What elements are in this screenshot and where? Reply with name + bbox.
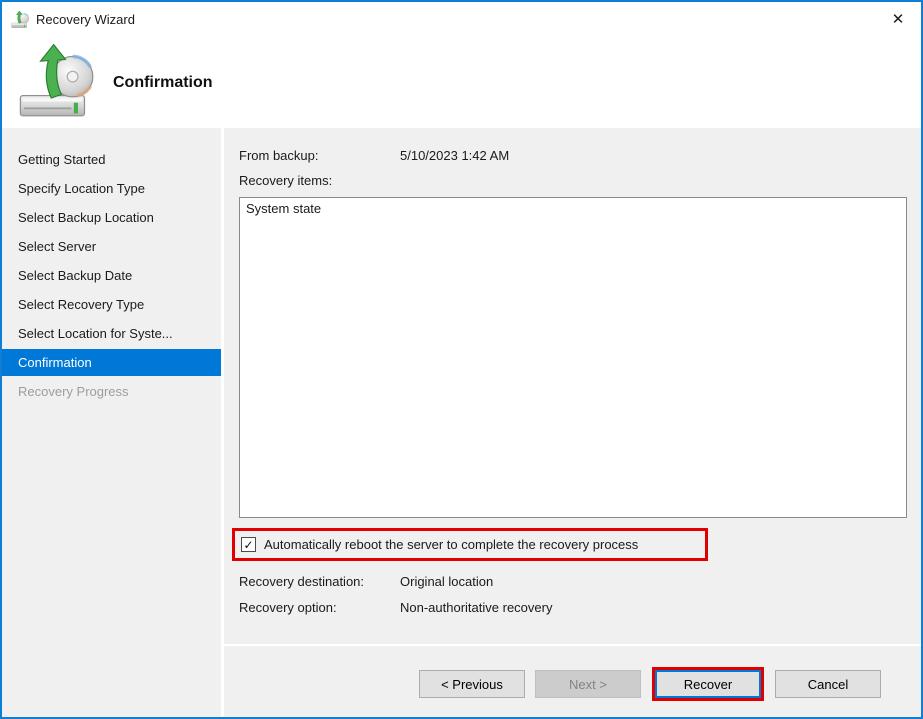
- reboot-checkbox-highlight: ✓ Automatically reboot the server to com…: [232, 528, 708, 561]
- sidebar-item-getting-started: Getting Started: [18, 152, 106, 167]
- close-button[interactable]: ✕: [875, 2, 921, 36]
- recovery-destination-value: Original location: [400, 574, 494, 589]
- close-icon: ✕: [891, 11, 905, 28]
- recover-button[interactable]: Recover: [655, 670, 761, 698]
- sidebar-item-select-backup-date: Select Backup Date: [18, 268, 133, 283]
- sidebar-item-specify-location-type: Specify Location Type: [18, 181, 145, 196]
- cancel-button[interactable]: Cancel: [775, 670, 881, 698]
- sidebar-item-select-backup-location: Select Backup Location: [18, 210, 154, 225]
- wizard-content: Getting Started Specify Location Type Se…: [2, 128, 921, 717]
- recovery-disk-icon: [18, 42, 94, 118]
- recovery-items-listbox[interactable]: System state: [239, 197, 907, 518]
- sidebar-item-confirmation: Confirmation: [2, 349, 221, 376]
- reboot-checkbox[interactable]: ✓: [241, 537, 256, 552]
- previous-button[interactable]: < Previous: [419, 670, 525, 698]
- wizard-header: Confirmation: [2, 36, 921, 128]
- title-bar: Recovery Wizard ✕: [2, 2, 921, 36]
- page-title: Confirmation: [113, 74, 213, 91]
- confirmation-pane: From backup: 5/10/2023 1:42 AM Recovery …: [224, 128, 921, 717]
- wizard-steps-sidebar: Getting Started Specify Location Type Se…: [2, 128, 224, 717]
- from-backup-value: 5/10/2023 1:42 AM: [400, 148, 510, 163]
- recovery-destination-label: Recovery destination:: [239, 574, 365, 589]
- recovery-items-label: Recovery items:: [239, 173, 333, 188]
- recover-button-highlight: Recover: [652, 667, 764, 701]
- sidebar-item-select-recovery-type: Select Recovery Type: [18, 297, 145, 312]
- recovery-option-value: Non-authoritative recovery: [400, 600, 553, 615]
- checkmark-icon: ✓: [243, 537, 254, 552]
- list-item-system-state[interactable]: System state: [240, 198, 906, 219]
- sidebar-item-select-server: Select Server: [18, 239, 97, 254]
- window-title: Recovery Wizard: [36, 11, 135, 27]
- from-backup-label: From backup:: [239, 148, 319, 163]
- reboot-checkbox-label[interactable]: Automatically reboot the server to compl…: [264, 537, 638, 552]
- footer-separator: [224, 644, 921, 646]
- sidebar-item-select-location-for-system-state: Select Location for Syste...: [18, 326, 173, 341]
- next-button: Next >: [535, 670, 641, 698]
- recovery-wizard-icon: [11, 10, 29, 28]
- sidebar-item-recovery-progress: Recovery Progress: [18, 384, 129, 399]
- recovery-wizard-window: Recovery Wizard ✕ Confirmation Getting S…: [0, 0, 923, 719]
- recovery-option-label: Recovery option:: [239, 600, 337, 615]
